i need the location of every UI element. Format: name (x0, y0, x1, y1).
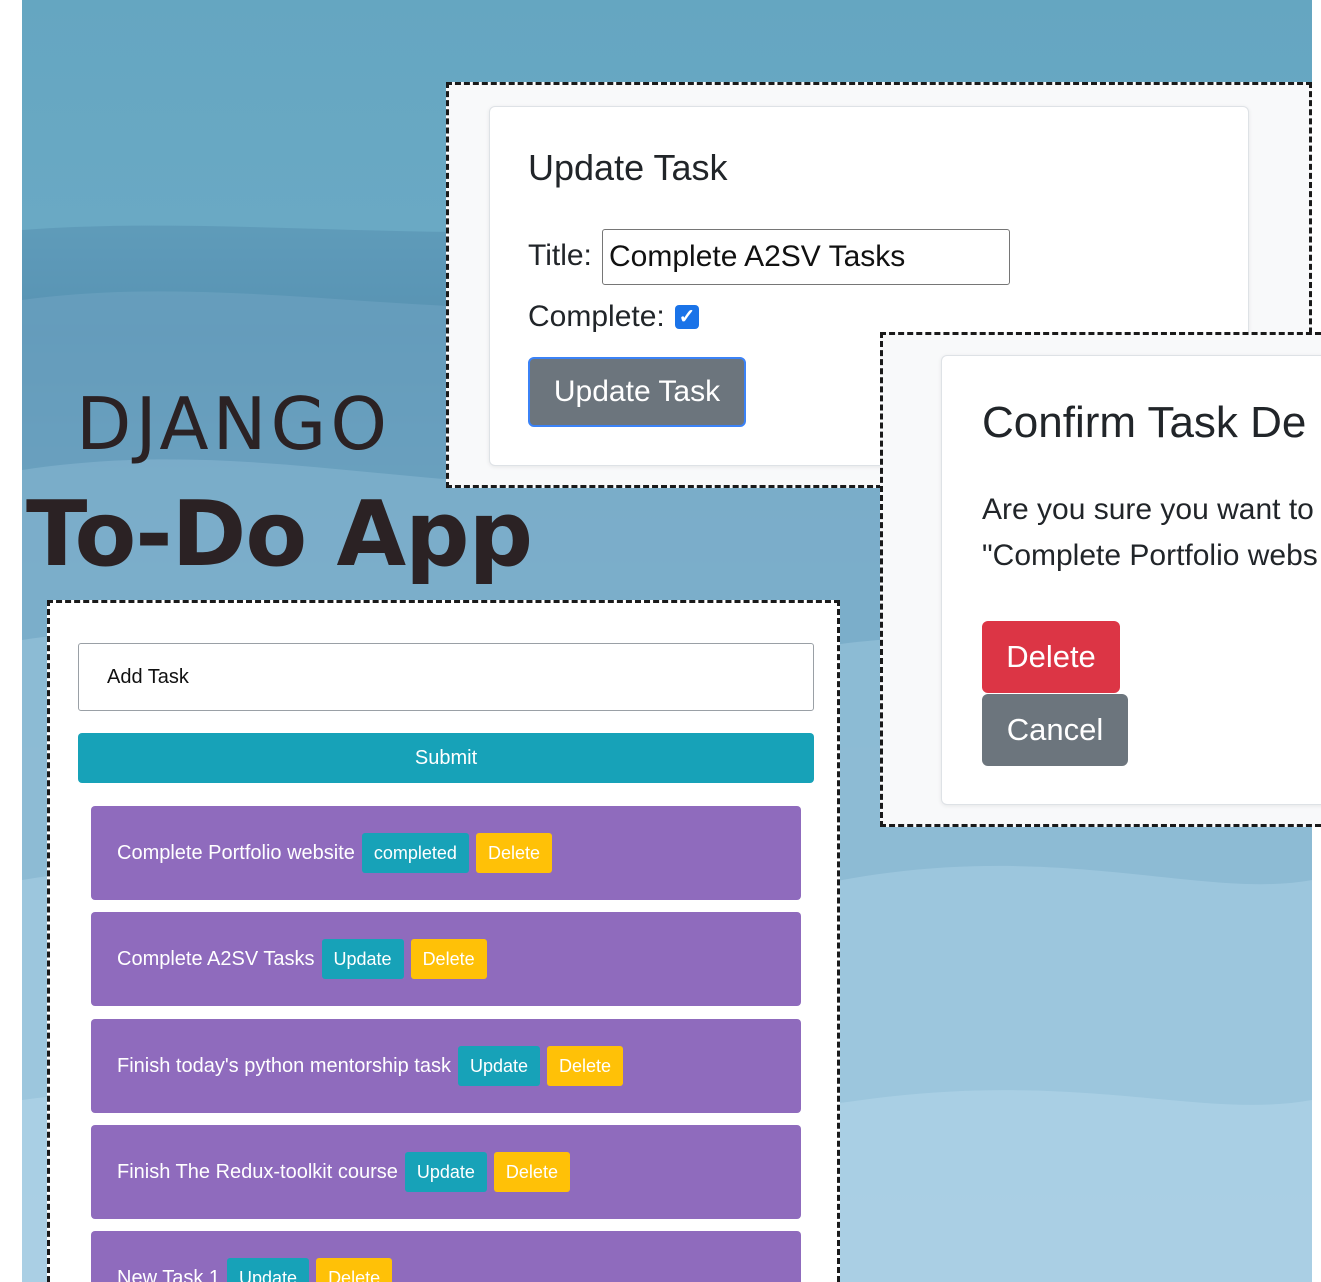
task-title: Finish The Redux-toolkit course (117, 1160, 398, 1183)
title-label: Title: (528, 239, 592, 272)
confirm-delete-button[interactable]: Delete (982, 621, 1120, 693)
task-item: New Task 1 Update Delete (91, 1231, 801, 1282)
update-task-button[interactable]: Update (321, 939, 404, 979)
task-title: Complete Portfolio website (117, 841, 355, 864)
task-title: New Task 1 (117, 1266, 221, 1282)
update-task-button[interactable]: Update (404, 1152, 487, 1192)
brand-framework: DJANGO (76, 382, 391, 466)
delete-task-button[interactable]: Delete (316, 1258, 393, 1282)
update-task-button[interactable]: Update (457, 1046, 541, 1086)
update-task-heading: Update Task (528, 147, 728, 188)
complete-label: Complete: (528, 300, 665, 333)
task-item: Finish The Redux-toolkit course Update D… (91, 1125, 801, 1219)
update-task-button[interactable]: Update (227, 1258, 310, 1282)
confirm-delete-screenshot: Confirm Task De Are you sure you want to… (880, 332, 1321, 827)
title-input[interactable] (602, 229, 1010, 285)
task-item: Complete A2SV Tasks Update Delete (91, 912, 801, 1006)
cancel-button[interactable]: Cancel (982, 694, 1128, 766)
submit-button[interactable]: Submit (78, 733, 814, 783)
delete-task-button[interactable]: Delete (475, 833, 552, 873)
delete-task-button[interactable]: Delete (547, 1046, 624, 1086)
task-title: Complete A2SV Tasks (117, 947, 315, 970)
complete-checkbox[interactable]: ✓ (675, 305, 699, 329)
task-item: Complete Portfolio website completed Del… (91, 806, 801, 900)
todo-list-screenshot: Submit Complete Portfolio website comple… (47, 600, 840, 1282)
update-task-button[interactable]: Update Task (528, 357, 746, 427)
add-task-input[interactable] (78, 643, 814, 711)
completed-badge[interactable]: completed (361, 833, 469, 873)
task-title: Finish today's python mentorship task (117, 1054, 451, 1077)
task-item: Finish today's python mentorship task Up… (91, 1019, 801, 1113)
delete-task-button[interactable]: Delete (493, 1152, 570, 1192)
confirm-delete-card: Confirm Task De Are you sure you want to… (941, 355, 1321, 805)
confirm-heading: Confirm Task De (982, 398, 1307, 447)
delete-task-button[interactable]: Delete (410, 939, 487, 979)
confirm-message-line-1: Are you sure you want to (982, 493, 1314, 526)
brand-app-name: To-Do App (26, 482, 533, 587)
confirm-message-line-2: "Complete Portfolio webs (982, 539, 1318, 572)
